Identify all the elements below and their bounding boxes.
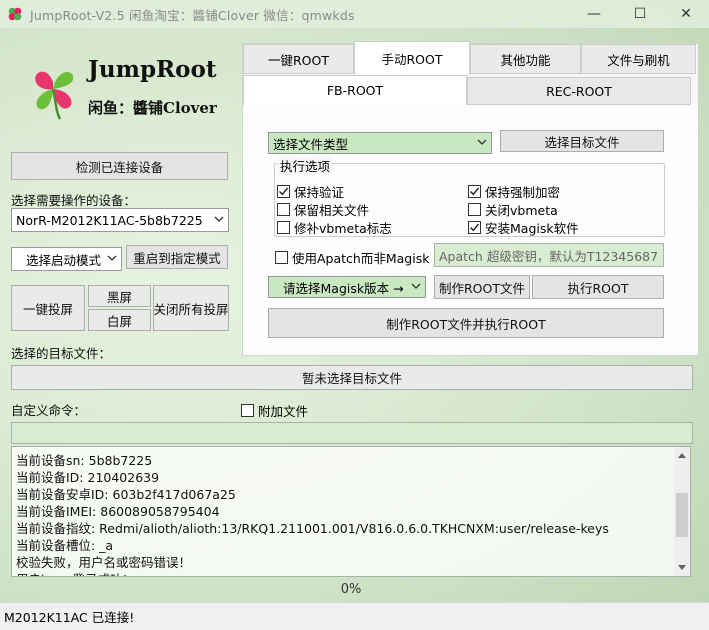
use-apatch-checkbox[interactable]: 使用Apatch而非Magisk xyxy=(275,248,429,267)
execute-root-button[interactable]: 执行ROOT xyxy=(532,275,664,299)
magisk-version-select[interactable]: 请选择Magisk版本 → xyxy=(268,276,426,298)
scroll-down-icon[interactable] xyxy=(674,560,690,576)
tab-manual-root[interactable]: 手动ROOT xyxy=(354,41,470,74)
log-output[interactable]: 当前设备sn: 5b8b7225 当前设备ID: 210402639 当前设备安… xyxy=(11,446,691,577)
keep-verify-label: 保持验证 xyxy=(294,185,345,200)
apatch-key-input[interactable]: Apatch 超级密钥，默认为T12345687 xyxy=(434,243,664,267)
patch-vbmeta-flag-checkbox[interactable]: 修补vbmeta标志 xyxy=(277,218,392,237)
subtab-fb-root[interactable]: FB-ROOT xyxy=(243,75,467,105)
log-scrollbar[interactable] xyxy=(674,447,690,576)
device-select-value: NorR-M2012K11AC-5b8b7225 xyxy=(16,212,203,228)
checkbox-box xyxy=(277,203,290,216)
custom-command-label: 自定义命令： xyxy=(11,403,87,418)
detect-device-button[interactable]: 检测已连接设备 xyxy=(11,152,228,180)
checkmark-icon xyxy=(279,187,289,196)
select-target-file-button[interactable]: 选择目标文件 xyxy=(500,130,664,152)
tab-other-functions[interactable]: 其他功能 xyxy=(470,44,581,74)
window-title: JumpRoot-V2.5 闲鱼淘宝：醬铺Clover 微信：qmwkds xyxy=(30,7,355,23)
tab-files-flashing[interactable]: 文件与刷机 xyxy=(581,44,696,74)
keep-force-encrypt-label: 保持强制加密 xyxy=(485,185,561,200)
clover-logo-icon xyxy=(35,71,74,120)
keep-files-label: 保留相关文件 xyxy=(294,203,370,218)
subtab-rec-root[interactable]: REC-ROOT xyxy=(467,77,691,105)
scroll-up-icon[interactable] xyxy=(674,447,690,463)
reboot-mode-button[interactable]: 重启到指定模式 xyxy=(126,245,228,269)
target-file-button[interactable]: 暂未选择目标文件 xyxy=(11,365,693,390)
boot-mode-value: 选择启动模式 xyxy=(26,252,102,268)
keep-force-encrypt-checkbox[interactable]: 保持强制加密 xyxy=(468,182,560,201)
checkbox-box xyxy=(468,221,481,234)
chevron-down-icon xyxy=(411,283,421,289)
keep-files-checkbox[interactable]: 保留相关文件 xyxy=(277,200,369,219)
close-button[interactable]: ✕ xyxy=(663,0,709,28)
chevron-down-icon xyxy=(214,216,224,222)
magisk-version-value: 请选择Magisk版本 → xyxy=(283,280,404,296)
install-magisk-label: 安装Magisk软件 xyxy=(485,221,579,236)
checkbox-box xyxy=(468,185,481,198)
keep-verify-checkbox[interactable]: 保持验证 xyxy=(277,182,344,201)
checkbox-box xyxy=(241,404,254,417)
checkmark-icon xyxy=(470,187,480,196)
logo-title: JumpRoot xyxy=(88,56,217,83)
make-and-execute-root-button[interactable]: 制作ROOT文件并执行ROOT xyxy=(268,308,664,338)
boot-mode-select[interactable]: 选择启动模式 xyxy=(11,247,122,271)
logo-subtitle: 闲鱼：醬铺Clover xyxy=(88,99,217,117)
app-logo-icon xyxy=(8,7,22,21)
device-label: 选择需要操作的设备： xyxy=(11,193,137,208)
target-file-label: 选择的目标文件： xyxy=(11,346,112,361)
file-type-value: 选择文件类型 xyxy=(273,136,349,152)
scrollbar-thumb[interactable] xyxy=(676,493,688,537)
checkmark-icon xyxy=(470,223,480,232)
checkbox-box xyxy=(277,221,290,234)
make-root-file-button[interactable]: 制作ROOT文件 xyxy=(434,275,530,299)
maximize-button[interactable]: ☐ xyxy=(617,0,663,28)
white-screen-button[interactable]: 白屏 xyxy=(88,309,151,331)
tab-one-click-root[interactable]: 一键ROOT xyxy=(243,44,354,74)
progress-text: 0% xyxy=(340,581,362,597)
black-screen-button[interactable]: 黑屏 xyxy=(88,285,151,307)
checkbox-box xyxy=(275,251,288,264)
checkbox-box xyxy=(468,203,481,216)
title-bar[interactable]: JumpRoot-V2.5 闲鱼淘宝：醬铺Clover 微信：qmwkds — … xyxy=(0,0,709,28)
file-type-select[interactable]: 选择文件类型 xyxy=(268,132,492,154)
options-legend: 执行选项 xyxy=(278,156,333,175)
progress-bar: 0% xyxy=(11,578,691,600)
status-text: M2012K11AC 已连接! xyxy=(4,610,135,625)
close-all-cast-button[interactable]: 关闭所有投屏 xyxy=(153,285,229,331)
status-bar: M2012K11AC 已连接! xyxy=(0,602,709,630)
attach-file-label: 附加文件 xyxy=(258,404,309,419)
log-line: 用户jump登录成功! xyxy=(16,569,128,576)
disable-vbmeta-label: 关闭vbmeta xyxy=(485,203,558,218)
attach-file-checkbox[interactable]: 附加文件 xyxy=(241,401,308,420)
device-select[interactable]: NorR-M2012K11AC-5b8b7225 xyxy=(11,208,229,232)
minimize-button[interactable]: — xyxy=(571,0,617,28)
patch-vbmeta-flag-label: 修补vbmeta标志 xyxy=(294,221,392,236)
chevron-down-icon xyxy=(477,139,487,145)
custom-command-input[interactable] xyxy=(11,422,693,444)
disable-vbmeta-checkbox[interactable]: 关闭vbmeta xyxy=(468,200,558,219)
checkbox-box xyxy=(277,185,290,198)
install-magisk-checkbox[interactable]: 安装Magisk软件 xyxy=(468,218,579,237)
app-window: JumpRoot-V2.5 闲鱼淘宝：醬铺Clover 微信：qmwkds — … xyxy=(0,0,709,630)
one-click-cast-button[interactable]: 一键投屏 xyxy=(11,285,85,331)
chevron-down-icon xyxy=(107,255,117,261)
use-apatch-label: 使用Apatch而非Magisk xyxy=(292,251,430,266)
